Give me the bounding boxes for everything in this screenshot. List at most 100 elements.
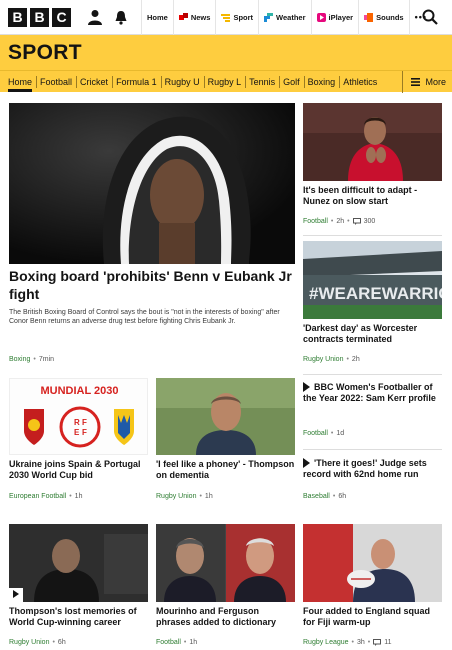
nunez-image[interactable] — [303, 103, 442, 181]
nav-news-label: News — [190, 12, 211, 22]
search-icon[interactable] — [418, 5, 442, 29]
tab-golf[interactable]: Golf — [279, 71, 304, 93]
row2-2-headline[interactable]: 'I feel like a phoney' - Thompson on dem… — [156, 459, 295, 482]
separator-dot: • — [52, 639, 55, 646]
video-badge[interactable] — [9, 588, 23, 602]
tab-home[interactable]: Home — [4, 71, 36, 93]
tab-cricket[interactable]: Cricket — [76, 71, 112, 93]
play-icon — [13, 590, 19, 598]
nav-sounds-label: Sounds — [376, 12, 404, 22]
side-2-time: 2h — [351, 356, 360, 363]
lead-image-boxer[interactable] — [9, 103, 295, 264]
nav-weather[interactable]: Weather — [258, 0, 310, 35]
tab-formula-1[interactable]: Formula 1 — [112, 71, 161, 93]
tab-rugby-union[interactable]: Rugby U — [160, 71, 204, 93]
iplayer-icon — [316, 12, 326, 22]
mourinho-ferguson-image[interactable] — [156, 524, 295, 602]
row2-1-meta: European Football • 1h — [9, 493, 82, 500]
nav-weather-label: Weather — [276, 12, 306, 22]
divider — [303, 235, 442, 236]
nav-links: Home News Sport Weather iPlayer Sounds •… — [141, 0, 432, 35]
row2-1-time: 1h — [74, 493, 83, 500]
sport-icon — [221, 13, 231, 22]
thompson-dementia-image[interactable] — [156, 378, 295, 455]
divider — [303, 449, 442, 450]
row3-3-headline[interactable]: Four added to England squad for Fiji war… — [303, 606, 442, 629]
account-icon[interactable] — [83, 5, 107, 29]
side-1-comments[interactable]: 300 — [364, 218, 376, 225]
row3-1-headline[interactable]: Thompson's lost memories of World Cup-wi… — [9, 606, 151, 629]
row3-3-tag[interactable]: Rugby League — [303, 639, 349, 646]
side-4-headline-text: 'There it goes!' Judge sets record with … — [303, 458, 427, 480]
row2-2-time: 1h — [204, 493, 213, 500]
side-2-headline[interactable]: 'Darkest day' as Worcester contracts ter… — [303, 323, 442, 346]
tab-tennis[interactable]: Tennis — [245, 71, 279, 93]
sounds-icon — [364, 12, 374, 22]
side-4-headline[interactable]: 'There it goes!' Judge sets record with … — [303, 457, 442, 481]
separator-dot: • — [351, 639, 354, 646]
side-2-meta: Rugby Union • 2h — [303, 356, 360, 363]
sport-navigation: Home Football Cricket Formula 1 Rugby U … — [0, 70, 452, 93]
row2-2-tag[interactable]: Rugby Union — [156, 493, 196, 500]
row3-2-headline[interactable]: Mourinho and Ferguson phrases added to d… — [156, 606, 295, 629]
nav-sport-label: Sport — [233, 12, 254, 22]
separator-dot: • — [332, 493, 336, 500]
side-4-tag[interactable]: Baseball — [303, 493, 330, 500]
separator-dot: • — [347, 218, 350, 225]
england-rugby-image[interactable] — [303, 524, 442, 602]
more-label: More — [425, 77, 446, 87]
divider — [303, 374, 442, 375]
row3-2-time: 1h — [189, 639, 198, 646]
thompson-memories-image[interactable] — [9, 524, 148, 602]
nav-home[interactable]: Home — [141, 0, 173, 35]
lead-summary: The British Boxing Board of Control says… — [9, 309, 280, 326]
tab-football[interactable]: Football — [36, 71, 76, 93]
nav-sounds[interactable]: Sounds — [358, 0, 409, 35]
lead-headline[interactable]: Boxing board 'prohibits' Benn v Eubank J… — [9, 268, 295, 303]
row2-1-tag[interactable]: European Football — [9, 493, 66, 500]
row3-3-comments[interactable]: 11 — [384, 639, 391, 646]
sport-header: SPORT — [0, 35, 452, 70]
nav-news[interactable]: News — [172, 0, 216, 35]
comments-icon — [352, 218, 361, 225]
more-menu-button[interactable]: More — [402, 71, 446, 93]
side-1-time: 2h — [336, 218, 345, 225]
mundial-2030-image[interactable]: MUNDIAL 2030 R F E F — [9, 378, 148, 455]
separator-dot: • — [183, 639, 187, 646]
side-3-tag[interactable]: Football — [303, 430, 328, 437]
tab-rugby-league[interactable]: Rugby L — [203, 71, 246, 93]
mundial-banner: MUNDIAL 2030 — [40, 385, 118, 397]
logo-letter: B — [30, 7, 49, 27]
tab-athletics[interactable]: Athletics — [339, 71, 381, 93]
worcester-stadium-image[interactable]: #WEAREWARRIORS — [303, 241, 442, 319]
play-icon — [303, 457, 310, 468]
notifications-icon[interactable] — [109, 5, 133, 29]
side-3-headline[interactable]: BBC Women's Footballer of the Year 2022:… — [303, 381, 442, 405]
row3-1-tag[interactable]: Rugby Union — [9, 639, 49, 646]
separator-dot: • — [330, 218, 334, 225]
nav-sport[interactable]: Sport — [215, 0, 258, 35]
top-navigation: B B C Home News Sport Weather iPlayer So… — [0, 0, 452, 35]
sport-title[interactable]: SPORT — [8, 41, 82, 65]
side-1-tag[interactable]: Football — [303, 218, 328, 225]
row2-1-headline[interactable]: Ukraine joins Spain & Portugal 2030 Worl… — [9, 459, 148, 482]
side-2-tag[interactable]: Rugby Union — [303, 356, 343, 363]
row3-2-tag[interactable]: Football — [156, 639, 181, 646]
side-1-headline[interactable]: It's been difficult to adapt - Nunez on … — [303, 185, 442, 208]
rfef-letter: R — [74, 418, 80, 427]
lead-meta: Boxing • 7min — [9, 356, 54, 363]
side-3-headline-text: BBC Women's Footballer of the Year 2022:… — [303, 382, 436, 404]
row2-2-meta: Rugby Union • 1h — [156, 493, 213, 500]
tab-boxing[interactable]: Boxing — [303, 71, 340, 93]
separator-dot: • — [199, 493, 202, 500]
bbc-logo[interactable]: B B C — [8, 7, 71, 27]
rfef-letter: F — [82, 418, 87, 427]
row3-1-time: 6h — [57, 639, 66, 646]
separator-dot: • — [346, 356, 349, 363]
nav-iplayer[interactable]: iPlayer — [310, 0, 359, 35]
nav-home-label: Home — [147, 12, 168, 22]
lead-tag[interactable]: Boxing — [9, 356, 30, 363]
separator-dot: • — [330, 430, 334, 437]
side-4-meta: Baseball • 6h — [303, 493, 346, 500]
news-icon — [178, 12, 188, 20]
